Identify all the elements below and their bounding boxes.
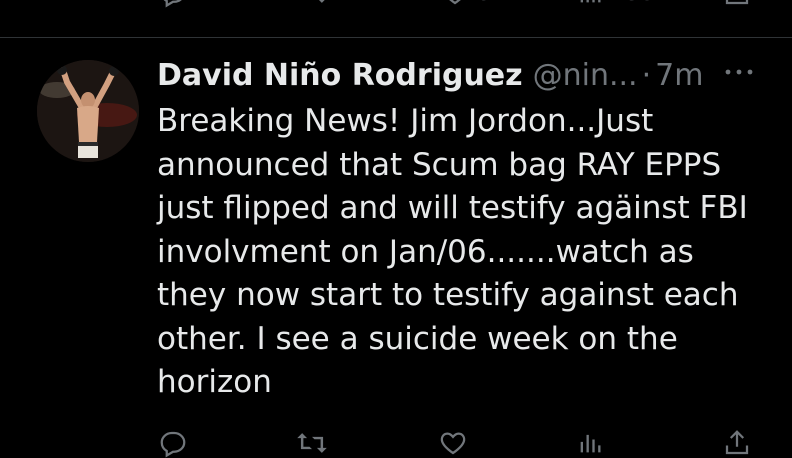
header-separator: · (641, 57, 652, 93)
retweet-button[interactable] (296, 428, 328, 458)
tweet-text-line: Breaking News! Jim Jordon...Just (157, 103, 654, 139)
heart-icon (440, 432, 466, 455)
views-button[interactable]: 158 (576, 0, 654, 8)
retweet-count: 1 (336, 0, 350, 6)
tweet-action-bar (0, 424, 792, 458)
user-handle[interactable]: @nin... (533, 58, 638, 93)
reply-button[interactable] (158, 428, 188, 458)
views-icon (580, 434, 601, 453)
tweet-text-line: announced that Scum bag RAY EPPS (157, 146, 722, 183)
previous-tweet-action-bar: 1 9 158 (0, 0, 792, 12)
share-button[interactable] (722, 428, 752, 458)
like-button[interactable]: 9 (440, 0, 492, 8)
avatar[interactable] (37, 60, 139, 162)
like-button[interactable] (438, 428, 468, 458)
reply-button[interactable] (158, 0, 196, 8)
views-count: 158 (612, 0, 654, 6)
tweet-text-line: just flipped and will testify agäinst FB… (157, 190, 748, 226)
heart-icon (449, 0, 461, 5)
tweet-text-line: other. I see a suicide week on the (157, 320, 678, 357)
tweet-divider (0, 37, 792, 38)
tweet-text-line: involvment on Jan/06.......watch as (157, 233, 694, 270)
reply-icon (160, 431, 186, 458)
retweet-icon (297, 433, 327, 453)
share-button[interactable] (722, 0, 760, 8)
avatar-image (37, 60, 139, 162)
tweet-header: David Niño Rodriguez @nin... · 7m (157, 53, 703, 97)
more-icon[interactable] (722, 64, 756, 80)
like-count: 9 (478, 0, 492, 6)
share-icon (725, 0, 749, 5)
reply-icon (163, 0, 182, 8)
views-icon (580, 0, 601, 3)
tweet-text-line: horizon (157, 364, 272, 400)
tweet-timestamp[interactable]: 7m (655, 58, 703, 93)
views-button[interactable] (576, 428, 604, 458)
tweet-text-line: they now start to testify against each (157, 277, 739, 313)
retweet-button[interactable]: 1 (296, 0, 350, 8)
display-name[interactable]: David Niño Rodriguez (157, 58, 523, 93)
retweet-icon (319, 0, 325, 3)
tweet-text: Breaking News! Jim Jordon...Just announc… (157, 100, 767, 405)
share-icon (725, 430, 749, 455)
